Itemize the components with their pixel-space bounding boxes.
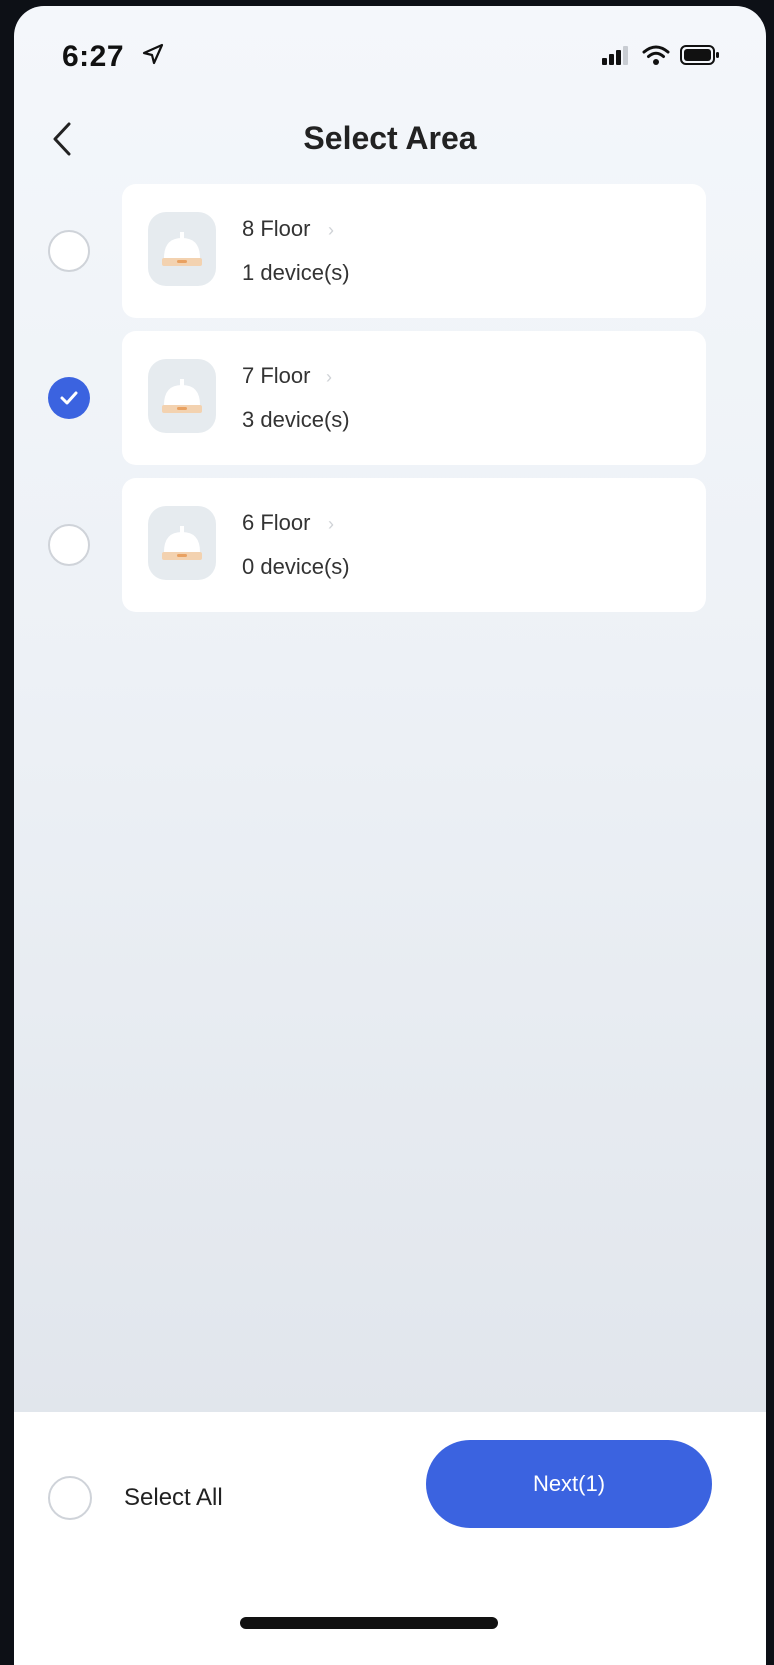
area-name: 8 Floor	[242, 216, 311, 241]
page-title: Select Area	[303, 120, 477, 156]
battery-icon	[680, 45, 719, 65]
status-time: 6:27	[62, 40, 125, 73]
area-radio-checked[interactable]	[48, 377, 90, 419]
area-row: 6 Floor › 0 device(s)	[14, 478, 766, 612]
app-screen: 6:27 Select Area 8 Floor › 1 device(s) 7…	[14, 6, 766, 1665]
area-card[interactable]: 6 Floor › 0 device(s)	[122, 478, 706, 612]
lamp-icon	[148, 359, 216, 433]
select-all-radio[interactable]	[48, 1476, 92, 1520]
status-icons	[602, 44, 720, 66]
lamp-icon	[148, 506, 216, 580]
area-name: 7 Floor	[242, 363, 311, 388]
area-row: 7 Floor › 3 device(s)	[14, 331, 766, 465]
cellular-signal-icon	[602, 46, 628, 65]
area-row: 8 Floor › 1 device(s)	[14, 184, 766, 318]
wifi-icon	[642, 45, 670, 65]
next-button[interactable]: Next(1)	[426, 1440, 712, 1528]
area-device-count: 0 device(s)	[242, 554, 350, 579]
location-arrow-icon	[142, 43, 164, 65]
select-all-label[interactable]: Select All	[124, 1484, 223, 1512]
chevron-right-icon: ›	[328, 514, 334, 534]
area-name: 6 Floor	[242, 510, 311, 535]
area-card[interactable]: 8 Floor › 1 device(s)	[122, 184, 706, 318]
home-indicator[interactable]	[240, 1617, 498, 1629]
area-device-count: 3 device(s)	[242, 407, 350, 432]
chevron-right-icon: ›	[328, 220, 334, 240]
area-radio[interactable]	[48, 524, 90, 566]
area-radio[interactable]	[48, 230, 90, 272]
chevron-right-icon: ›	[326, 367, 332, 387]
checkmark-icon	[60, 391, 78, 405]
area-card[interactable]: 7 Floor › 3 device(s)	[122, 331, 706, 465]
lamp-icon	[148, 212, 216, 286]
area-device-count: 1 device(s)	[242, 260, 350, 285]
